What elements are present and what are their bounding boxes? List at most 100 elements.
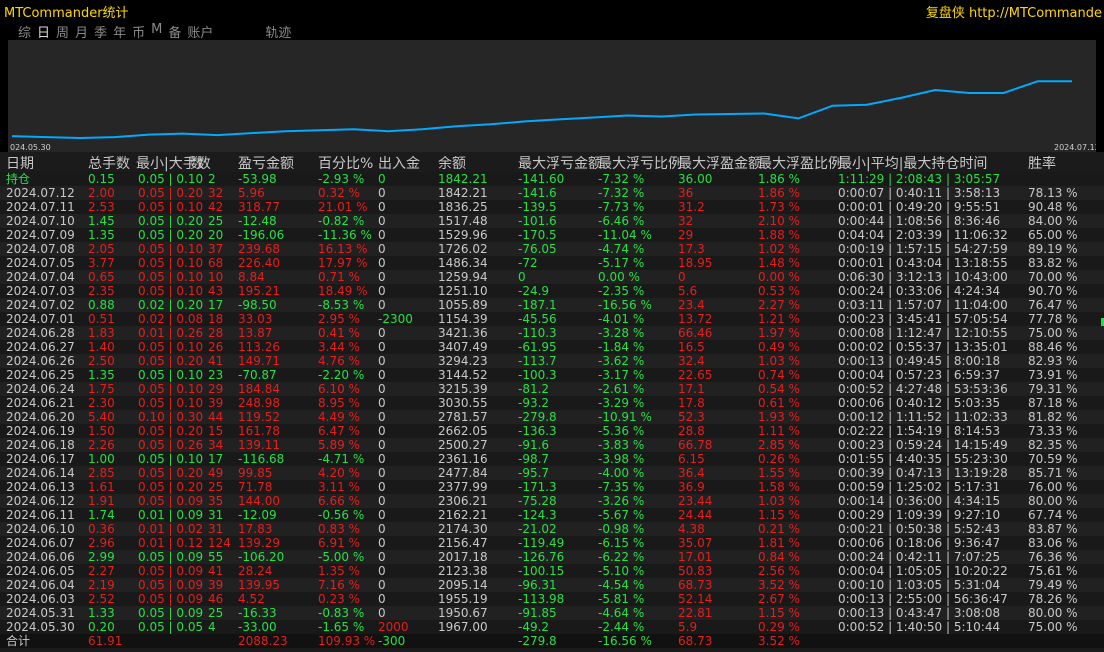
cell-pl: -98.50 <box>238 298 277 312</box>
tab-1[interactable]: 日 <box>37 22 50 41</box>
cell-lots: 1.35 <box>88 228 115 242</box>
cell-mfp: 23.44 <box>678 494 713 508</box>
cell-time: 0:00:01 | 0:43:04 | 13:18:55 <box>838 256 1008 270</box>
cell-bal: 2174.30 <box>438 522 488 536</box>
table-row[interactable]: 2024.06.24 1.75 0.05 | 0.10 29 184.84 6.10 % 0… <box>0 382 1104 396</box>
brand-link[interactable]: 复盘侠 http://MTCommande <box>926 2 1102 21</box>
table-row[interactable]: 2024.07.12 2.00 0.05 | 0.20 32 5.96 0.32 % 0 18… <box>0 186 1104 200</box>
table-row[interactable]: 2024.06.11 1.74 0.01 | 0.09 31 -12.09 -0.56 %… <box>0 508 1104 522</box>
header-cell-12[interactable]: 最小|平均|最大持仓时间 <box>838 156 987 172</box>
table-row[interactable]: 2024.06.14 2.85 0.05 | 0.20 49 99.85 4.20 % 0 2… <box>0 466 1104 480</box>
cell-mfp: 17.1 <box>678 382 705 396</box>
table-row[interactable]: 2024.07.08 2.05 0.05 | 0.10 37 239.68 16.13 %… <box>0 242 1104 256</box>
header-cell-8[interactable]: 最大浮亏金额 <box>518 156 602 172</box>
cell-date: 2024.05.31 <box>6 606 75 620</box>
table-row[interactable]: 2024.06.03 2.52 0.05 | 0.09 46 4.52 0.23 % 0 19… <box>0 592 1104 606</box>
cell-flow: 0 <box>378 326 386 340</box>
header-cell-4[interactable]: 盈亏金额 <box>238 156 294 172</box>
cell-flow: 0 <box>378 578 386 592</box>
table-row[interactable]: 2024.06.07 2.96 0.01 | 0.12 124 139.29 6.91 %… <box>0 536 1104 550</box>
table-row[interactable]: 2024.07.09 1.35 0.05 | 0.20 20 -196.06 -11.36… <box>0 228 1104 242</box>
table-row[interactable]: 2024.07.01 0.51 0.02 | 0.08 18 33.03 2.95 % -2… <box>0 312 1104 326</box>
tab-0[interactable]: 综 <box>18 22 31 41</box>
table-row[interactable]: 2024.07.11 2.53 0.05 | 0.10 42 318.77 21.01 %… <box>0 200 1104 214</box>
cell-mfpp: 0.49 % <box>758 340 800 354</box>
table-row[interactable]: 2024.06.13 1.61 0.05 | 0.20 25 71.78 3.11 % 0 2… <box>0 480 1104 494</box>
cell-mflp: -3.83 % <box>598 438 645 452</box>
cell-minmax: 0.05 | 0.10 <box>138 200 204 214</box>
table-row[interactable]: 2024.06.12 1.91 0.05 | 0.09 35 144.00 6.66 % 0… <box>0 494 1104 508</box>
tab-4[interactable]: 季 <box>94 22 107 41</box>
header-cell-0[interactable]: 日期 <box>6 156 34 172</box>
header-cell-3[interactable]: 数 <box>190 156 204 172</box>
table-row[interactable]: 2024.05.30 0.20 0.05 | 0.05 4 -33.00 -1.65 % 2… <box>0 620 1104 634</box>
cell-lots: 0.20 <box>88 620 115 634</box>
header-cell-11[interactable]: 最大浮盈比例 <box>758 156 842 172</box>
cell-mflp: -3.28 % <box>598 326 645 340</box>
table-row[interactable]: 2024.07.02 0.88 0.02 | 0.20 17 -98.50 -8.53 %… <box>0 298 1104 312</box>
cell-pl: 2088.23 <box>238 634 288 648</box>
cell-lots: 0.36 <box>88 522 115 536</box>
header-cell-10[interactable]: 最大浮盈金额 <box>678 156 762 172</box>
table-row[interactable]: 2024.05.31 1.33 0.05 | 0.09 25 -16.33 -0.83 %… <box>0 606 1104 620</box>
tab-10[interactable]: 轨迹 <box>265 22 291 41</box>
cell-mfp: 66.78 <box>678 438 713 452</box>
cell-mfp: 36.00 <box>678 172 713 186</box>
table-row[interactable]: 2024.07.10 1.45 0.05 | 0.20 25 -12.48 -0.82 %… <box>0 214 1104 228</box>
header-cell-9[interactable]: 最大浮亏比例 <box>598 156 682 172</box>
cell-mfl: -75.28 <box>518 494 557 508</box>
tab-3[interactable]: 月 <box>75 22 88 41</box>
tab-5[interactable]: 年 <box>113 22 126 41</box>
table-row[interactable]: 2024.06.28 1.83 0.01 | 0.26 28 13.87 0.41 % 0 3… <box>0 326 1104 340</box>
total-row[interactable]: 合计 61.91 2088.23 109.93 % -300 -279.8 -16.56 %… <box>0 634 1104 648</box>
header-cell-6[interactable]: 出入金 <box>378 156 420 172</box>
cell-date: 2024.06.27 <box>6 340 75 354</box>
tab-7[interactable]: M <box>151 22 162 38</box>
cell-pct: -2.20 % <box>318 368 365 382</box>
cell-mfp: 68.73 <box>678 634 713 648</box>
header-cell-1[interactable]: 总手数 <box>88 156 130 172</box>
table-row[interactable]: 2024.06.04 2.19 0.05 | 0.09 39 139.95 7.16 % 0… <box>0 578 1104 592</box>
cell-mfl: -72 <box>518 256 538 270</box>
tab-2[interactable]: 周 <box>56 22 69 41</box>
cell-pl: 113.26 <box>238 340 280 354</box>
cell-count: 28 <box>208 326 224 340</box>
table-row[interactable]: 2024.06.19 1.50 0.05 | 0.20 15 161.78 6.47 % 0… <box>0 424 1104 438</box>
cell-pl: 71.78 <box>238 480 273 494</box>
table-row[interactable]: 2024.06.26 2.50 0.05 | 0.20 41 149.71 4.76 % 0… <box>0 354 1104 368</box>
header-cell-7[interactable]: 余额 <box>438 156 466 172</box>
table-row[interactable]: 2024.06.17 1.00 0.05 | 0.10 17 -116.68 -4.71 … <box>0 452 1104 466</box>
tab-6[interactable]: 币 <box>132 22 145 41</box>
cell-flow: 0 <box>378 340 386 354</box>
cell-win: 80.00 % <box>1028 606 1078 620</box>
cell-flow: 0 <box>378 242 386 256</box>
cell-bal: 1842.21 <box>438 186 488 200</box>
table-header: 日期 总手数 最小|大手数数盈亏金额 百分比% 出入金 余额 最大浮亏金额 最大浮亏比例 最大浮… <box>0 156 1104 172</box>
cell-count: 42 <box>208 200 224 214</box>
table-row[interactable]: 2024.07.04 0.65 0.05 | 0.10 10 8.84 0.71 % 0 12… <box>0 270 1104 284</box>
table-row[interactable]: 2024.06.18 2.26 0.05 | 0.26 34 139.11 5.89 % 0… <box>0 438 1104 452</box>
cell-minmax: 0.01 | 0.26 <box>138 326 204 340</box>
table-row[interactable]: 2024.06.20 5.40 0.10 | 0.30 44 119.52 4.49 % 0… <box>0 410 1104 424</box>
header-cell-13[interactable]: 胜率 <box>1028 156 1056 172</box>
cell-bal: 1486.34 <box>438 256 488 270</box>
table-row[interactable]: 持仓 0.15 0.05 | 0.10 2 -53.98 -2.93 % 0 1842.21 -… <box>0 172 1104 186</box>
table-row[interactable]: 2024.07.05 3.77 0.05 | 0.10 68 226.40 17.97 %… <box>0 256 1104 270</box>
equity-chart: 024.05.30 2024.07.12 <box>8 40 1100 152</box>
table-row[interactable]: 2024.06.05 2.27 0.05 | 0.09 41 28.24 1.35 % 0 2… <box>0 564 1104 578</box>
table-row[interactable]: 2024.06.21 2.30 0.05 | 0.10 39 248.98 8.95 % 0… <box>0 396 1104 410</box>
cell-pl: 8.84 <box>238 270 265 284</box>
cell-pl: 161.78 <box>238 424 280 438</box>
table-row[interactable]: 2024.06.27 1.40 0.05 | 0.10 26 113.26 3.44 % 0… <box>0 340 1104 354</box>
table-row[interactable]: 2024.06.25 1.35 0.05 | 0.10 23 -70.87 -2.20 %… <box>0 368 1104 382</box>
header-cell-5[interactable]: 百分比% <box>318 156 373 172</box>
cell-mflp: -5.10 % <box>598 564 645 578</box>
cell-count: 43 <box>208 284 224 298</box>
tab-8[interactable]: 备 <box>168 22 181 41</box>
cell-mfpp: 1.97 % <box>758 326 800 340</box>
table-row[interactable]: 2024.06.06 2.99 0.05 | 0.09 55 -106.20 -5.00 … <box>0 550 1104 564</box>
tab-9[interactable]: 账户 <box>187 22 213 41</box>
cell-date: 2024.06.24 <box>6 382 75 396</box>
table-row[interactable]: 2024.07.03 2.35 0.05 | 0.10 43 195.21 18.49 %… <box>0 284 1104 298</box>
table-row[interactable]: 2024.06.10 0.36 0.01 | 0.02 31 17.83 0.83 % 0 2… <box>0 522 1104 536</box>
